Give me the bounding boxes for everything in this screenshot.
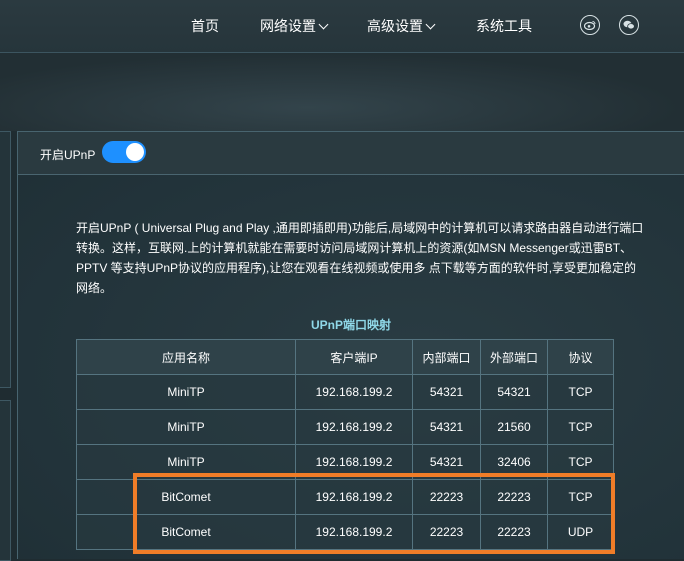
- col-header-client-ip: 客户端IP: [295, 339, 413, 375]
- cell-app: MiniTP: [76, 409, 296, 445]
- nav-home[interactable]: 首页: [191, 16, 219, 36]
- chevron-down-icon: [318, 19, 329, 30]
- cell-app: MiniTP: [76, 374, 296, 410]
- table-header-row: 应用名称 客户端IP 内部端口 外部端口 协议: [76, 339, 614, 375]
- cell-client-ip: 192.168.199.2: [295, 409, 413, 445]
- cell-client-ip: 192.168.199.2: [295, 444, 413, 480]
- cell-external-port: 22223: [480, 514, 548, 550]
- cell-app: BitComet: [76, 514, 296, 550]
- cell-external-port: 21560: [480, 409, 548, 445]
- table-title: UPnP端口映射: [310, 318, 391, 332]
- top-nav-bar: 首页 网络设置 高级设置 系统工具: [0, 0, 684, 53]
- panel-header: 开启UPnP: [18, 132, 684, 175]
- upnp-toggle[interactable]: [102, 141, 146, 163]
- col-header-protocol: 协议: [547, 339, 614, 375]
- nav-network-settings[interactable]: 网络设置: [260, 16, 329, 36]
- cell-protocol: TCP: [547, 479, 614, 515]
- chevron-down-icon: [425, 19, 436, 30]
- table-row: BitComet 192.168.199.2 22223 22223 TCP: [76, 479, 614, 515]
- cell-client-ip: 192.168.199.2: [295, 514, 413, 550]
- upnp-panel: 开启UPnP 开启UPnP ( Universal Plug and Play …: [17, 131, 684, 559]
- cell-client-ip: 192.168.199.2: [295, 374, 413, 410]
- cell-protocol: TCP: [547, 444, 614, 480]
- upnp-toggle-label: 开启UPnP: [40, 148, 96, 162]
- toggle-knob: [126, 143, 144, 161]
- cell-protocol: TCP: [547, 409, 614, 445]
- col-header-app: 应用名称: [76, 339, 296, 375]
- cell-internal-port: 54321: [412, 409, 481, 445]
- nav-network-label: 网络设置: [260, 18, 316, 34]
- cell-external-port: 54321: [480, 374, 548, 410]
- port-mapping-table: 应用名称 客户端IP 内部端口 外部端口 协议 MiniTP 192.168.1…: [76, 339, 614, 550]
- col-header-external-port: 外部端口: [480, 339, 548, 375]
- cell-protocol: UDP: [547, 514, 614, 550]
- sidebar-panel: [0, 131, 11, 388]
- cell-external-port: 32406: [480, 444, 548, 480]
- sidebar-panel: [0, 400, 11, 561]
- table-row: MiniTP 192.168.199.2 54321 54321 TCP: [76, 374, 614, 410]
- cell-internal-port: 22223: [412, 514, 481, 550]
- cell-external-port: 22223: [480, 479, 548, 515]
- cell-internal-port: 54321: [412, 374, 481, 410]
- wechat-icon[interactable]: [619, 15, 639, 35]
- table-row: MiniTP 192.168.199.2 54321 32406 TCP: [76, 444, 614, 480]
- table-row: MiniTP 192.168.199.2 54321 21560 TCP: [76, 409, 614, 445]
- nav-system-tools[interactable]: 系统工具: [476, 16, 532, 36]
- cell-protocol: TCP: [547, 374, 614, 410]
- cell-app: MiniTP: [76, 444, 296, 480]
- nav-advanced-label: 高级设置: [367, 18, 423, 34]
- table-row: BitComet 192.168.199.2 22223 22223 UDP: [76, 514, 614, 550]
- upnp-description: 开启UPnP ( Universal Plug and Play ,通用即插即用…: [76, 221, 644, 295]
- cell-internal-port: 22223: [412, 479, 481, 515]
- banner-background: [0, 53, 684, 131]
- nav-advanced-settings[interactable]: 高级设置: [367, 16, 436, 36]
- cell-internal-port: 54321: [412, 444, 481, 480]
- col-header-internal-port: 内部端口: [412, 339, 481, 375]
- cell-client-ip: 192.168.199.2: [295, 479, 413, 515]
- weibo-icon[interactable]: [580, 15, 600, 35]
- cell-app: BitComet: [76, 479, 296, 515]
